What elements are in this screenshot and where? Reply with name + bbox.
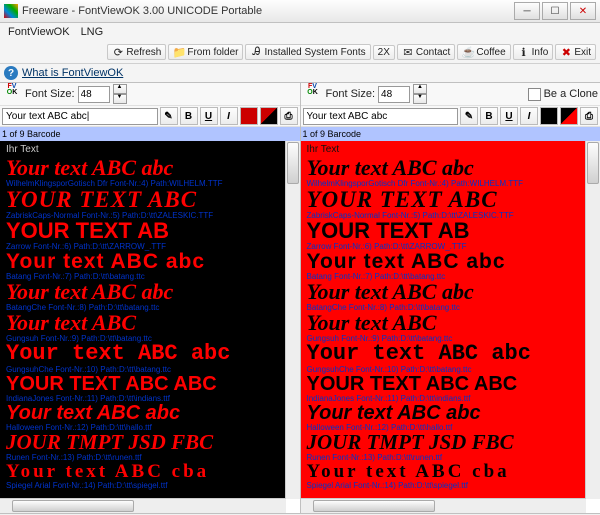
font-sample[interactable]: JOUR TMPT JSD FBC [6, 432, 280, 453]
scrollbar-horizontal-left[interactable] [0, 498, 286, 513]
refresh-icon: ⟳ [112, 46, 124, 58]
font-sample[interactable]: Your text ABC abc [307, 281, 581, 303]
dual-pane: FVOK Font Size: ▲▼ ✎ B U I ⎙ 1 of 9 Barc… [0, 82, 600, 513]
fg-color-button-left[interactable] [240, 107, 258, 125]
from-folder-button[interactable]: 📁From folder [168, 44, 243, 60]
info-icon: ℹ [518, 46, 530, 58]
underline-button-right[interactable]: U [500, 107, 518, 125]
bg-color-button-left[interactable] [260, 107, 278, 125]
underline-button-left[interactable]: U [200, 107, 218, 125]
pencil-button-left[interactable]: ✎ [160, 107, 178, 125]
coffee-button[interactable]: ☕Coffee [457, 44, 510, 60]
sample-text-input-left[interactable] [2, 108, 158, 125]
spin-down-left[interactable]: ▼ [113, 94, 127, 104]
preview-list-right: Ihr Text Your text ABC abc WilhelmKlings… [301, 141, 587, 499]
font-sample[interactable]: Your text ABC cba [6, 462, 280, 481]
clone-label: Be a Clone [544, 88, 598, 100]
font-sample[interactable]: Your text ABC abc [6, 281, 280, 303]
mail-icon: ✉ [402, 46, 414, 58]
close-button[interactable]: ✕ [570, 2, 596, 20]
exit-icon: ✖ [560, 46, 572, 58]
pane-header-right: FVOK Font Size: ▲▼ Be a Clone [301, 83, 600, 106]
font-size-input-left[interactable] [78, 86, 110, 103]
menu-lng[interactable]: LNG [77, 25, 108, 39]
input-row-right: ✎ B U I ⎙ [301, 106, 600, 127]
bold-button-right[interactable]: B [480, 107, 498, 125]
fonts-icon: Ꭿ [250, 46, 262, 58]
spin-up-left[interactable]: ▲ [113, 84, 127, 94]
fg-color-button-right[interactable] [540, 107, 558, 125]
spin-down-right[interactable]: ▼ [413, 94, 427, 104]
pane-left: FVOK Font Size: ▲▼ ✎ B U I ⎙ 1 of 9 Barc… [0, 83, 301, 513]
spin-up-right[interactable]: ▲ [413, 84, 427, 94]
coffee-icon: ☕ [462, 46, 474, 58]
font-sample[interactable]: YOUR TEXT AB [307, 220, 581, 242]
font-sample[interactable]: Your text ABC [307, 312, 581, 334]
input-row-left: ✎ B U I ⎙ [0, 106, 300, 127]
menubar: FontViewOK LNG [0, 23, 600, 41]
info-button[interactable]: ℹInfo [513, 44, 554, 60]
preview-list-left: Ihr Text Your text ABC abc WilhelmKlings… [0, 141, 286, 499]
pane-right: FVOK Font Size: ▲▼ Be a Clone ✎ B U I ⎙ … [301, 83, 600, 513]
fvok-logo: FVOK [303, 84, 323, 104]
scrollbar-vertical-left[interactable] [285, 141, 300, 499]
menu-fontviewok[interactable]: FontViewOK [4, 25, 74, 39]
bold-button-left[interactable]: B [180, 107, 198, 125]
scrollbar-horizontal-right[interactable] [301, 498, 587, 513]
font-size-input-right[interactable] [378, 86, 410, 103]
font-sample[interactable]: YOUR TEXT ABC [6, 188, 280, 211]
font-sample[interactable]: YOUR TEXT ABC ABC [307, 374, 581, 394]
window-title: Freeware - FontViewOK 3.00 UNICODE Porta… [22, 5, 514, 17]
scrollbar-vertical-right[interactable] [585, 141, 600, 499]
contact-button[interactable]: ✉Contact [397, 44, 455, 60]
font-meta: Spiegel Arial Font-Nr.:14) Path:D:\tt\sp… [6, 481, 280, 490]
font-sample[interactable]: YOUR TEXT AB [6, 220, 280, 242]
status-row-left: 1 of 9 Barcode [0, 127, 300, 141]
folder-icon: 📁 [173, 46, 185, 58]
clone-checkbox[interactable] [528, 88, 541, 101]
italic-button-left[interactable]: I [220, 107, 238, 125]
sample-text-input-right[interactable] [303, 108, 459, 125]
preview-header-left: Ihr Text [6, 144, 280, 155]
titlebar: Freeware - FontViewOK 3.00 UNICODE Porta… [0, 0, 600, 23]
italic-button-right[interactable]: I [520, 107, 538, 125]
font-size-label: Font Size: [326, 88, 376, 100]
font-size-label: Font Size: [25, 88, 75, 100]
font-sample[interactable]: Your text ABC abc [6, 251, 280, 272]
font-sample[interactable]: Your text ABC abc [307, 251, 581, 272]
help-icon[interactable]: ? [4, 66, 18, 80]
font-meta: Spiegel Arial Font-Nr.:14) Path:D:\tt\sp… [307, 481, 581, 490]
preview-area-left[interactable]: Ihr Text Your text ABC abc WilhelmKlings… [0, 141, 300, 513]
font-sample[interactable]: Your text ABC abc [6, 343, 280, 365]
two-x-button[interactable]: 2X [373, 45, 395, 60]
status-row-right: 1 of 9 Barcode [301, 127, 600, 141]
fvok-logo: FVOK [2, 84, 22, 104]
pencil-button-right[interactable]: ✎ [460, 107, 478, 125]
toolbar: ⟳Refresh 📁From folder ᎯInstalled System … [0, 41, 600, 64]
app-icon [4, 4, 18, 18]
print-button-right[interactable]: ⎙ [580, 107, 598, 125]
print-button-left[interactable]: ⎙ [280, 107, 298, 125]
font-sample[interactable]: JOUR TMPT JSD FBC [307, 432, 581, 453]
font-sample[interactable]: Your text ABC [6, 312, 280, 334]
font-sample[interactable]: Your text ABC cba [307, 462, 581, 481]
maximize-button[interactable]: ☐ [542, 2, 568, 20]
preview-area-right[interactable]: Ihr Text Your text ABC abc WilhelmKlings… [301, 141, 600, 513]
font-sample[interactable]: YOUR TEXT ABC ABC [6, 374, 280, 394]
font-sample[interactable]: Your text ABC abc [307, 403, 581, 423]
minimize-button[interactable]: ─ [514, 2, 540, 20]
font-sample[interactable]: Your text ABC abc [307, 157, 581, 179]
bg-color-button-right[interactable] [560, 107, 578, 125]
font-sample[interactable]: YOUR TEXT ABC [307, 188, 581, 211]
font-sample[interactable]: Your text ABC abc [6, 403, 280, 423]
exit-button[interactable]: ✖Exit [555, 44, 596, 60]
font-sample[interactable]: Your text ABC abc [6, 157, 280, 179]
pane-header-left: FVOK Font Size: ▲▼ [0, 83, 300, 106]
refresh-button[interactable]: ⟳Refresh [107, 44, 166, 60]
installed-fonts-button[interactable]: ᎯInstalled System Fonts [245, 44, 370, 60]
help-link[interactable]: What is FontViewOK [22, 67, 123, 79]
font-sample[interactable]: Your text ABC abc [307, 343, 581, 365]
help-bar: ? What is FontViewOK [0, 64, 600, 82]
preview-header-right: Ihr Text [307, 144, 581, 155]
